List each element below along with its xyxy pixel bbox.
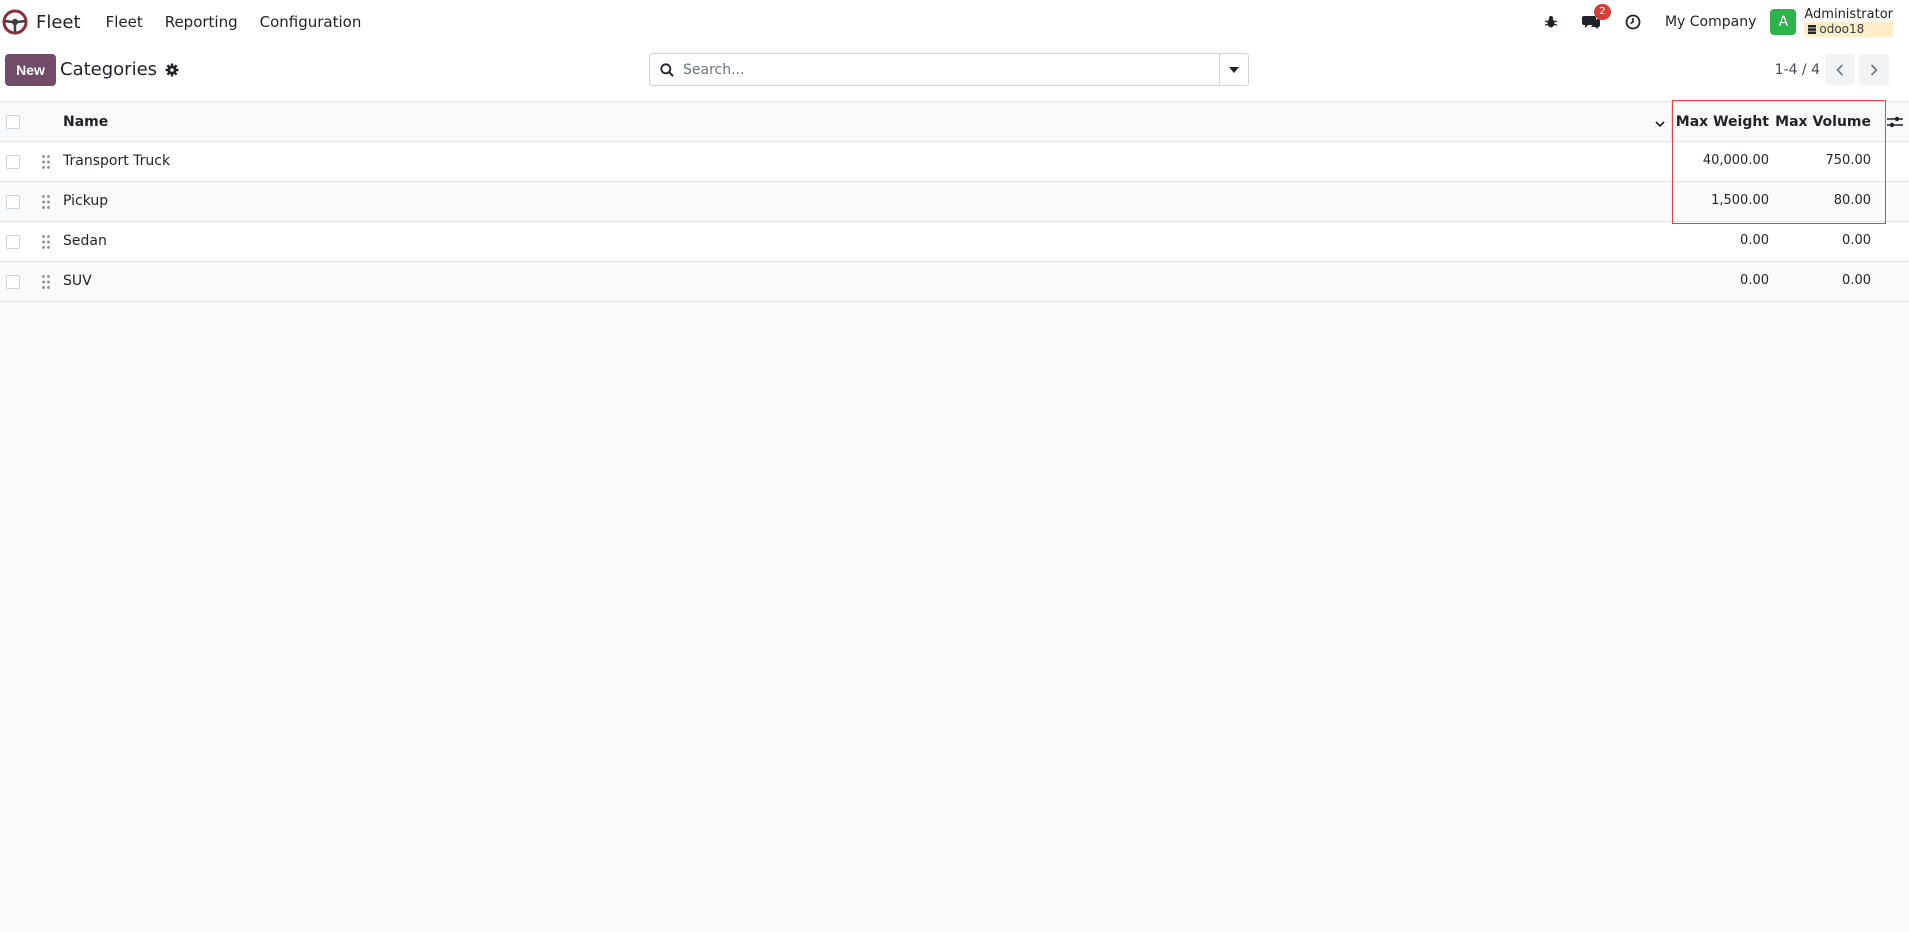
messages-badge: 2	[1593, 4, 1611, 20]
breadcrumb: Categories	[60, 59, 179, 80]
user-menu[interactable]: Administrator odoo18	[1804, 7, 1893, 37]
max-weight-value: 1,500.00	[1711, 193, 1769, 208]
pager-value[interactable]: 1-4 / 4	[1775, 62, 1820, 78]
avatar[interactable]: A	[1770, 9, 1797, 35]
max-volume-value: 0.00	[1842, 273, 1871, 288]
database-name: odoo18	[1819, 22, 1865, 36]
chevron-left-icon	[1836, 63, 1844, 76]
table-row[interactable]: Transport Truck 40,000.00 750.00	[0, 142, 1909, 182]
max-volume-value: 750.00	[1825, 153, 1872, 168]
steering-wheel-icon[interactable]	[2, 9, 28, 35]
menu-configuration[interactable]: Configuration	[260, 13, 362, 31]
database-tag: odoo18	[1804, 22, 1893, 37]
row-checkbox[interactable]	[6, 155, 20, 169]
drag-handle-icon[interactable]	[41, 234, 51, 250]
caret-down-icon	[1229, 66, 1239, 73]
table-row[interactable]: Pickup 1,500.00 80.00	[0, 182, 1909, 222]
max-volume-value: 0.00	[1842, 233, 1871, 248]
control-panel: New Categories 1-4 / 4	[0, 44, 1909, 102]
column-header-name[interactable]: Name	[63, 114, 108, 130]
menu-reporting[interactable]: Reporting	[165, 13, 238, 31]
top-navbar: Fleet Fleet Reporting Configuration 2 My…	[0, 0, 1909, 44]
company-switcher[interactable]: My Company	[1665, 14, 1756, 30]
drag-handle-icon[interactable]	[41, 194, 51, 210]
bug-icon[interactable]	[1541, 12, 1561, 32]
row-checkbox[interactable]	[6, 195, 20, 209]
select-all-checkbox[interactable]	[6, 115, 20, 129]
max-weight-value: 0.00	[1740, 233, 1769, 248]
messages-icon[interactable]: 2	[1581, 4, 1611, 32]
column-resize-handle[interactable]	[1671, 102, 1672, 142]
column-header-max-weight[interactable]: Max Weight	[1676, 114, 1769, 130]
row-checkbox[interactable]	[6, 275, 20, 289]
search-options-toggle[interactable]	[1219, 54, 1248, 85]
new-button[interactable]: New	[5, 54, 56, 86]
app-name[interactable]: Fleet	[36, 12, 81, 33]
row-checkbox[interactable]	[6, 235, 20, 249]
navbar-systray: 2 My Company A Administrator odoo18	[1525, 0, 1893, 44]
category-name: Pickup	[63, 193, 109, 209]
table-row[interactable]: Sedan 0.00 0.00	[0, 222, 1909, 262]
chevron-down-icon[interactable]	[1654, 116, 1666, 128]
search-icon	[660, 62, 674, 77]
category-name: Sedan	[63, 233, 107, 249]
category-name: SUV	[63, 273, 92, 289]
chevron-right-icon	[1870, 63, 1878, 76]
optional-columns-icon[interactable]	[1887, 115, 1903, 129]
drag-handle-icon[interactable]	[41, 274, 51, 290]
search-input[interactable]	[683, 55, 1219, 84]
max-weight-value: 0.00	[1740, 273, 1769, 288]
column-header-max-volume[interactable]: Max Volume	[1775, 114, 1871, 130]
table-header: Name Max Weight Max Volume	[0, 102, 1909, 142]
pager-previous-button[interactable]	[1825, 54, 1855, 85]
max-volume-value: 80.00	[1833, 193, 1871, 208]
gear-icon[interactable]	[165, 63, 179, 77]
user-name: Administrator	[1804, 7, 1893, 22]
table-row[interactable]: SUV 0.00 0.00	[0, 262, 1909, 302]
pager-next-button[interactable]	[1859, 54, 1889, 85]
categories-list: Name Max Weight Max Volume Transport Tru…	[0, 102, 1909, 302]
page-title: Categories	[60, 59, 158, 80]
database-icon	[1808, 25, 1817, 34]
clock-icon[interactable]	[1623, 12, 1643, 32]
max-weight-value: 40,000.00	[1702, 153, 1769, 168]
drag-handle-icon[interactable]	[41, 154, 51, 170]
search-box	[649, 53, 1249, 86]
category-name: Transport Truck	[63, 153, 171, 169]
menu-fleet[interactable]: Fleet	[106, 13, 143, 31]
